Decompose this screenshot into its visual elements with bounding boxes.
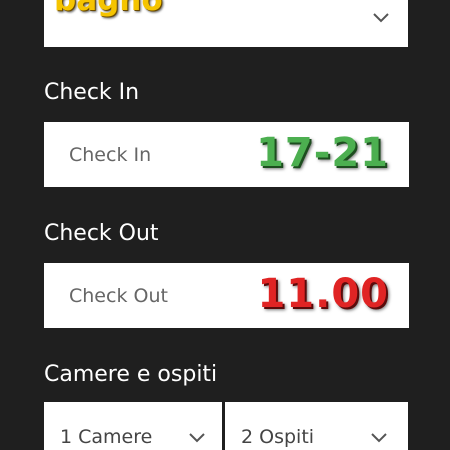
check-in-time-overlay: 17-21 <box>256 130 389 176</box>
check-out-field[interactable]: Check Out 11.00 <box>44 263 409 328</box>
chevron-down-icon <box>372 12 390 24</box>
rooms-guests-row: 1 Camere 2 Ospiti <box>44 402 408 450</box>
booking-form: bagno Check In Check In 17-21 Check Out … <box>0 0 450 450</box>
rooms-select[interactable]: 1 Camere <box>44 402 222 450</box>
check-in-field[interactable]: Check In 17-21 <box>44 122 409 187</box>
check-out-placeholder: Check Out <box>69 285 168 307</box>
chevron-down-icon <box>370 432 388 444</box>
check-in-label: Check In <box>44 80 140 105</box>
room-type-select[interactable]: bagno <box>44 0 408 47</box>
check-in-placeholder: Check In <box>69 144 152 166</box>
rooms-value: 1 Camere <box>60 426 153 448</box>
rooms-guests-label: Camere e ospiti <box>44 362 218 387</box>
check-out-label: Check Out <box>44 221 159 246</box>
guests-select[interactable]: 2 Ospiti <box>225 402 408 450</box>
check-out-time-overlay: 11.00 <box>257 271 389 317</box>
room-type-value: bagno <box>54 0 163 18</box>
chevron-down-icon <box>188 432 206 444</box>
guests-value: 2 Ospiti <box>241 426 315 448</box>
